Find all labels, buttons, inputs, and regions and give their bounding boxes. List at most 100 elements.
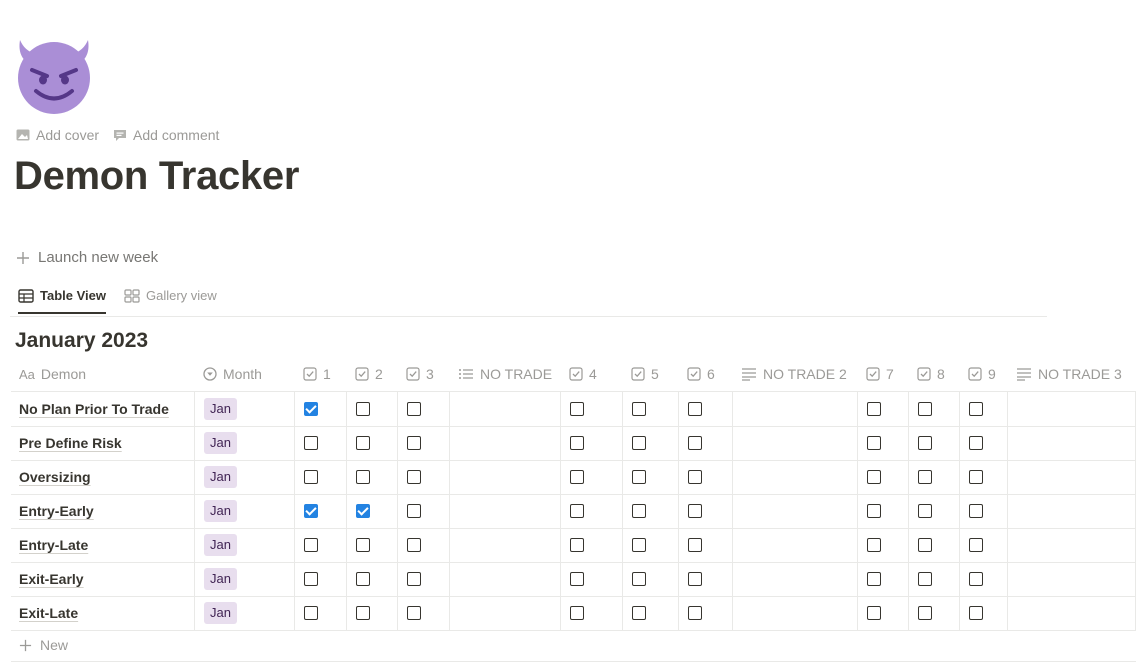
no-trade-cell[interactable]: [450, 596, 561, 630]
no-trade-cell[interactable]: [733, 494, 858, 528]
column-header[interactable]: 2: [347, 356, 398, 391]
no-trade-cell[interactable]: [450, 528, 561, 562]
column-header[interactable]: 7: [858, 356, 909, 391]
day-checkbox[interactable]: [304, 538, 318, 552]
day-checkbox[interactable]: [867, 606, 881, 620]
no-trade-cell[interactable]: [450, 460, 561, 494]
demon-name[interactable]: No Plan Prior To Trade: [11, 401, 169, 417]
launch-new-week-button[interactable]: Launch new week: [16, 249, 158, 266]
day-checkbox[interactable]: [918, 470, 932, 484]
day-checkbox[interactable]: [688, 436, 702, 450]
column-header[interactable]: 4: [561, 356, 623, 391]
day-checkbox[interactable]: [918, 504, 932, 518]
no-trade-cell[interactable]: [450, 562, 561, 596]
day-checkbox[interactable]: [407, 436, 421, 450]
demon-name[interactable]: Exit-Late: [11, 605, 78, 621]
day-checkbox[interactable]: [969, 504, 983, 518]
day-checkbox[interactable]: [918, 538, 932, 552]
no-trade-cell[interactable]: [1008, 392, 1136, 426]
tab-table-view[interactable]: Table View: [18, 288, 106, 314]
day-checkbox[interactable]: [570, 606, 584, 620]
demon-name[interactable]: Pre Define Risk: [11, 435, 122, 451]
demon-name[interactable]: Oversizing: [11, 469, 91, 485]
day-checkbox[interactable]: [570, 436, 584, 450]
demon-name[interactable]: Entry-Early: [11, 503, 94, 519]
no-trade-cell[interactable]: [1008, 494, 1136, 528]
day-checkbox[interactable]: [969, 572, 983, 586]
day-checkbox[interactable]: [570, 504, 584, 518]
no-trade-cell[interactable]: [733, 460, 858, 494]
column-header[interactable]: NO TRADE 3: [1008, 356, 1136, 391]
day-checkbox[interactable]: [407, 572, 421, 586]
column-header[interactable]: NO TRADE 2: [733, 356, 858, 391]
day-checkbox[interactable]: [356, 504, 370, 518]
day-checkbox[interactable]: [969, 538, 983, 552]
day-checkbox[interactable]: [356, 436, 370, 450]
day-checkbox[interactable]: [304, 402, 318, 416]
day-checkbox[interactable]: [867, 572, 881, 586]
day-checkbox[interactable]: [407, 470, 421, 484]
day-checkbox[interactable]: [407, 538, 421, 552]
no-trade-cell[interactable]: [733, 426, 858, 460]
column-header[interactable]: 3: [398, 356, 450, 391]
day-checkbox[interactable]: [867, 436, 881, 450]
day-checkbox[interactable]: [632, 538, 646, 552]
day-checkbox[interactable]: [304, 572, 318, 586]
day-checkbox[interactable]: [867, 538, 881, 552]
day-checkbox[interactable]: [867, 470, 881, 484]
day-checkbox[interactable]: [969, 470, 983, 484]
day-checkbox[interactable]: [969, 606, 983, 620]
day-checkbox[interactable]: [918, 436, 932, 450]
no-trade-cell[interactable]: [450, 494, 561, 528]
day-checkbox[interactable]: [356, 538, 370, 552]
day-checkbox[interactable]: [969, 402, 983, 416]
no-trade-cell[interactable]: [733, 562, 858, 596]
day-checkbox[interactable]: [969, 436, 983, 450]
tab-gallery-view[interactable]: Gallery view: [124, 288, 217, 312]
day-checkbox[interactable]: [688, 402, 702, 416]
day-checkbox[interactable]: [356, 470, 370, 484]
day-checkbox[interactable]: [570, 538, 584, 552]
new-row-button[interactable]: New: [19, 637, 68, 653]
day-checkbox[interactable]: [570, 572, 584, 586]
day-checkbox[interactable]: [304, 504, 318, 518]
day-checkbox[interactable]: [688, 504, 702, 518]
no-trade-cell[interactable]: [450, 426, 561, 460]
column-header[interactable]: 5: [623, 356, 679, 391]
day-checkbox[interactable]: [304, 606, 318, 620]
day-checkbox[interactable]: [304, 436, 318, 450]
day-checkbox[interactable]: [688, 606, 702, 620]
no-trade-cell[interactable]: [1008, 528, 1136, 562]
day-checkbox[interactable]: [570, 470, 584, 484]
no-trade-cell[interactable]: [733, 528, 858, 562]
no-trade-cell[interactable]: [733, 596, 858, 630]
no-trade-cell[interactable]: [1008, 562, 1136, 596]
no-trade-cell[interactable]: [450, 392, 561, 426]
day-checkbox[interactable]: [407, 402, 421, 416]
demon-name[interactable]: Exit-Early: [11, 571, 84, 587]
day-checkbox[interactable]: [867, 402, 881, 416]
day-checkbox[interactable]: [304, 470, 318, 484]
day-checkbox[interactable]: [632, 572, 646, 586]
no-trade-cell[interactable]: [1008, 426, 1136, 460]
column-header[interactable]: Month: [195, 356, 295, 391]
no-trade-cell[interactable]: [1008, 460, 1136, 494]
column-header[interactable]: 1: [295, 356, 347, 391]
column-header[interactable]: Aa Demon: [11, 356, 195, 391]
day-checkbox[interactable]: [356, 606, 370, 620]
day-checkbox[interactable]: [688, 538, 702, 552]
day-checkbox[interactable]: [867, 504, 881, 518]
day-checkbox[interactable]: [632, 470, 646, 484]
add-cover-button[interactable]: Add cover: [16, 127, 99, 143]
day-checkbox[interactable]: [632, 402, 646, 416]
day-checkbox[interactable]: [688, 470, 702, 484]
day-checkbox[interactable]: [632, 436, 646, 450]
day-checkbox[interactable]: [688, 572, 702, 586]
no-trade-cell[interactable]: [733, 392, 858, 426]
add-comment-button[interactable]: Add comment: [113, 127, 219, 143]
day-checkbox[interactable]: [918, 606, 932, 620]
no-trade-cell[interactable]: [1008, 596, 1136, 630]
day-checkbox[interactable]: [356, 572, 370, 586]
day-checkbox[interactable]: [407, 504, 421, 518]
column-header[interactable]: 9: [960, 356, 1008, 391]
